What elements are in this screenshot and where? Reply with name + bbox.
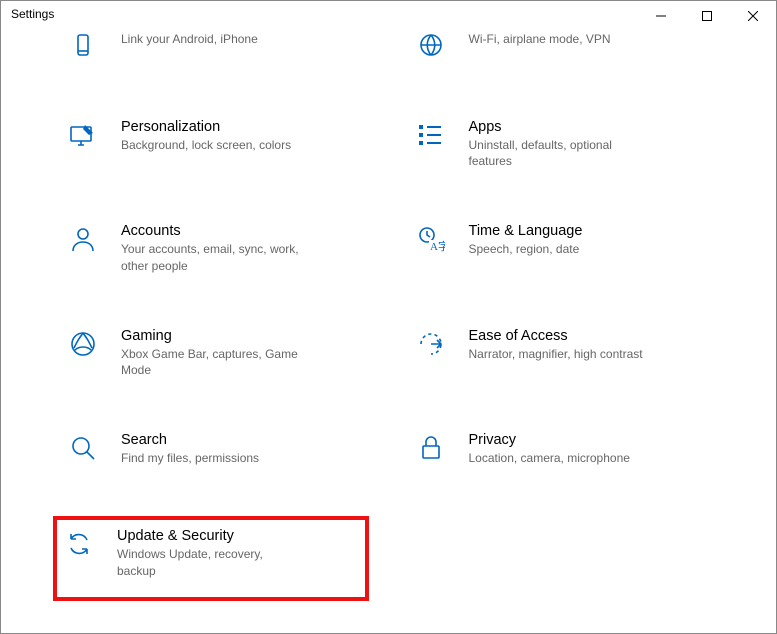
category-desc: Background, lock screen, colors (121, 137, 291, 153)
svg-text:A字: A字 (430, 239, 445, 253)
category-title: Update & Security (117, 528, 297, 544)
category-title: Apps (469, 119, 649, 135)
category-title: Accounts (121, 223, 301, 239)
category-gaming[interactable]: Gaming Xbox Game Bar, captures, Game Mod… (61, 324, 369, 382)
category-title: Privacy (469, 432, 630, 448)
category-desc: Link your Android, iPhone (121, 31, 258, 47)
category-title: Search (121, 432, 259, 448)
time-language-icon: A字 (417, 225, 449, 257)
category-update-security[interactable]: Update & Security Windows Update, recove… (53, 516, 369, 600)
category-desc: Speech, region, date (469, 241, 583, 257)
lock-icon (417, 434, 449, 466)
category-desc: Xbox Game Bar, captures, Game Mode (121, 346, 301, 378)
category-desc: Location, camera, microphone (469, 450, 630, 466)
category-desc: Your accounts, email, sync, work, other … (121, 241, 301, 273)
category-desc: Windows Update, recovery, backup (117, 546, 297, 578)
category-time-language[interactable]: A字 Time & Language Speech, region, date (409, 219, 717, 277)
window-title: Settings (11, 1, 54, 21)
phone-icon (69, 33, 101, 65)
category-personalization[interactable]: Personalization Background, lock screen,… (61, 115, 369, 173)
category-title: Gaming (121, 328, 301, 344)
category-desc: Narrator, magnifier, high contrast (469, 346, 643, 362)
category-title: Personalization (121, 119, 291, 135)
category-search[interactable]: Search Find my files, permissions (61, 428, 369, 470)
category-desc: Uninstall, defaults, optional features (469, 137, 649, 169)
settings-grid: Link your Android, iPhone Wi-Fi, airplan… (1, 27, 776, 601)
apps-icon (417, 121, 449, 153)
sync-icon (65, 530, 97, 562)
category-apps[interactable]: Apps Uninstall, defaults, optional featu… (409, 115, 717, 173)
empty-cell (409, 516, 717, 600)
category-privacy[interactable]: Privacy Location, camera, microphone (409, 428, 717, 470)
category-title: Time & Language (469, 223, 583, 239)
gaming-icon (69, 330, 101, 362)
personalization-icon (69, 121, 101, 153)
category-desc: Find my files, permissions (121, 450, 259, 466)
category-network[interactable]: Wi-Fi, airplane mode, VPN (409, 27, 717, 69)
category-phone[interactable]: Link your Android, iPhone (61, 27, 369, 69)
person-icon (69, 225, 101, 257)
category-desc: Wi-Fi, airplane mode, VPN (469, 31, 611, 47)
category-ease-of-access[interactable]: Ease of Access Narrator, magnifier, high… (409, 324, 717, 382)
globe-icon (417, 33, 449, 65)
ease-of-access-icon (417, 330, 449, 362)
search-icon (69, 434, 101, 466)
close-button[interactable] (730, 1, 776, 31)
category-accounts[interactable]: Accounts Your accounts, email, sync, wor… (61, 219, 369, 277)
category-title: Ease of Access (469, 328, 643, 344)
